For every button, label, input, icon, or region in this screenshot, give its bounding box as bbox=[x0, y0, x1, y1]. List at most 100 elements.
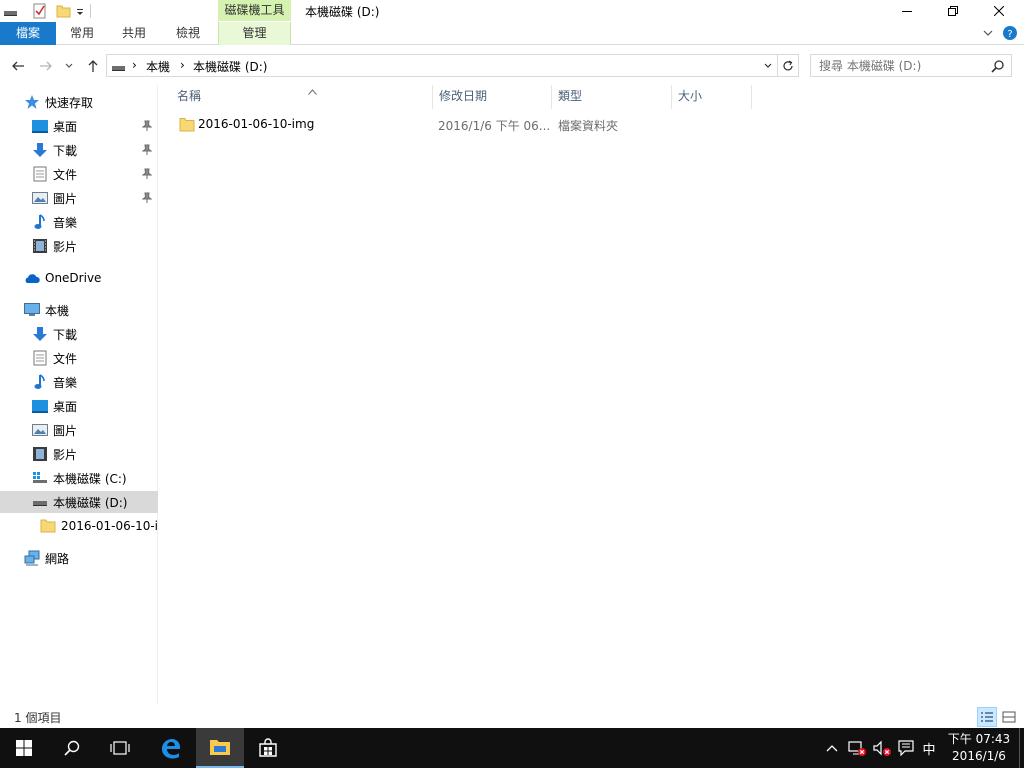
star-icon bbox=[24, 94, 40, 110]
item-count: 1 個項目 bbox=[14, 711, 62, 725]
refresh-button[interactable] bbox=[778, 54, 799, 77]
desktop-icon bbox=[32, 118, 48, 134]
picture-icon bbox=[32, 190, 48, 206]
chevron-up-icon bbox=[826, 745, 838, 752]
navigation-pane: 快速存取 桌面 下載 文件 圖片 音樂 影片 OneDrive 本機 下載 文件… bbox=[0, 85, 158, 705]
restore-icon bbox=[948, 6, 958, 16]
nav-qa-documents[interactable]: 文件 bbox=[0, 163, 158, 185]
refresh-icon bbox=[783, 59, 793, 70]
nav-onedrive[interactable]: OneDrive bbox=[0, 267, 158, 289]
volume-button[interactable] bbox=[870, 728, 894, 768]
large-icons-view-button[interactable] bbox=[999, 707, 1019, 727]
new-folder-icon[interactable] bbox=[56, 3, 72, 19]
clock-date: 2016/1/6 bbox=[952, 749, 1006, 763]
tab-home[interactable]: 常用 bbox=[56, 22, 108, 45]
nav-this-pc[interactable]: 本機 bbox=[0, 299, 158, 321]
task-view-button[interactable] bbox=[96, 728, 144, 768]
pin-icon[interactable] bbox=[141, 192, 153, 204]
back-button[interactable] bbox=[8, 56, 28, 76]
nav-quick-access[interactable]: 快速存取 bbox=[0, 91, 158, 113]
ribbon-expand-icon[interactable] bbox=[982, 25, 994, 44]
document-icon bbox=[32, 166, 48, 182]
document-icon bbox=[32, 350, 48, 366]
nav-qa-downloads[interactable]: 下載 bbox=[0, 139, 158, 161]
nav-pc-downloads[interactable]: 下載 bbox=[0, 323, 158, 345]
nav-pc-documents[interactable]: 文件 bbox=[0, 347, 158, 369]
nav-drive-c[interactable]: 本機磁碟 (C:) bbox=[0, 467, 158, 489]
column-header-size[interactable]: 大小 bbox=[672, 85, 752, 109]
column-header-type[interactable]: 類型 bbox=[552, 85, 672, 109]
nav-drive-d[interactable]: 本機磁碟 (D:) bbox=[0, 491, 158, 513]
close-button[interactable] bbox=[976, 0, 1022, 22]
minimize-icon bbox=[902, 11, 912, 12]
search-button[interactable] bbox=[48, 728, 96, 768]
breadcrumb-drive-d[interactable]: 本機磁碟 (D:) bbox=[193, 58, 267, 75]
file-list: 名稱 修改日期 類型 大小 2016-01-06-10-img 2016/1/6… bbox=[159, 85, 1024, 705]
nav-qa-pictures[interactable]: 圖片 bbox=[0, 187, 158, 209]
pin-icon[interactable] bbox=[141, 168, 153, 180]
drive-icon bbox=[111, 58, 127, 77]
video-icon bbox=[32, 446, 48, 462]
nav-pc-pictures[interactable]: 圖片 bbox=[0, 419, 158, 441]
ime-indicator[interactable]: 中 bbox=[918, 728, 940, 768]
show-desktop-button[interactable] bbox=[1019, 728, 1024, 768]
pin-icon[interactable] bbox=[141, 144, 153, 156]
nav-qa-videos[interactable]: 影片 bbox=[0, 235, 158, 257]
start-button[interactable] bbox=[0, 728, 48, 768]
edge-icon bbox=[162, 739, 180, 759]
breadcrumb-separator-icon[interactable]: › bbox=[132, 58, 137, 72]
search-input[interactable] bbox=[811, 55, 981, 76]
clock[interactable]: 下午 07:43 2016/1/6 bbox=[944, 731, 1014, 765]
file-name: 2016-01-06-10-img bbox=[198, 117, 315, 131]
nav-pc-videos[interactable]: 影片 bbox=[0, 443, 158, 465]
file-type: 檔案資料夾 bbox=[558, 119, 619, 133]
forward-button[interactable] bbox=[36, 56, 56, 76]
action-center-button[interactable] bbox=[894, 728, 918, 768]
column-header-name[interactable]: 名稱 bbox=[171, 85, 433, 109]
folder-icon bbox=[179, 117, 195, 135]
tab-manage[interactable]: 管理 bbox=[218, 22, 291, 45]
file-explorer-button[interactable] bbox=[196, 728, 244, 768]
search-box[interactable] bbox=[810, 54, 1012, 77]
address-dropdown-icon[interactable] bbox=[763, 60, 773, 74]
breadcrumb-separator-icon[interactable]: › bbox=[180, 58, 185, 72]
restore-button[interactable] bbox=[930, 0, 976, 22]
show-hidden-icons-button[interactable] bbox=[822, 728, 842, 768]
search-icon bbox=[64, 740, 80, 756]
nav-qa-music[interactable]: 音樂 bbox=[0, 211, 158, 233]
drive-icon[interactable] bbox=[3, 3, 19, 19]
up-button[interactable] bbox=[83, 56, 103, 76]
close-icon bbox=[994, 6, 1004, 16]
details-view-icon bbox=[981, 712, 993, 722]
help-icon[interactable]: ? bbox=[1002, 25, 1018, 44]
pin-icon[interactable] bbox=[141, 120, 153, 132]
nav-qa-desktop[interactable]: 桌面 bbox=[0, 115, 158, 137]
qat-dropdown-icon[interactable] bbox=[75, 3, 91, 19]
nav-network[interactable]: 網路 bbox=[0, 547, 158, 569]
details-view-button[interactable] bbox=[977, 707, 997, 727]
nav-pc-music[interactable]: 音樂 bbox=[0, 371, 158, 393]
context-tab-group: 磁碟機工具 bbox=[218, 0, 291, 21]
store-icon bbox=[259, 738, 277, 757]
back-arrow-icon bbox=[12, 61, 24, 71]
file-modified: 2016/1/6 下午 06... bbox=[438, 119, 551, 133]
minimize-button[interactable] bbox=[884, 0, 930, 22]
nav-subfolder[interactable]: 2016-01-06-10-img bbox=[0, 515, 158, 537]
search-icon[interactable] bbox=[991, 59, 1005, 76]
tab-file[interactable]: 檔案 bbox=[0, 22, 56, 45]
nav-pc-desktop[interactable]: 桌面 bbox=[0, 395, 158, 417]
tab-share[interactable]: 共用 bbox=[108, 22, 160, 45]
desktop-icon bbox=[32, 398, 48, 414]
title-bar: 磁碟機工具 本機磁碟 (D:) bbox=[0, 0, 1024, 22]
column-header-modified[interactable]: 修改日期 bbox=[433, 85, 552, 109]
edge-button[interactable] bbox=[146, 728, 194, 768]
store-button[interactable] bbox=[244, 728, 292, 768]
chevron-down-icon bbox=[65, 63, 73, 68]
tab-view[interactable]: 檢視 bbox=[160, 22, 216, 45]
address-bar[interactable]: › 本機 › 本機磁碟 (D:) bbox=[106, 54, 778, 77]
recent-locations-button[interactable] bbox=[62, 56, 76, 76]
breadcrumb-this-pc[interactable]: 本機 bbox=[146, 58, 170, 75]
properties-icon[interactable] bbox=[32, 3, 48, 19]
network-status-button[interactable] bbox=[845, 728, 869, 768]
table-row[interactable]: 2016-01-06-10-img 2016/1/6 下午 06... 檔案資料… bbox=[171, 114, 741, 136]
